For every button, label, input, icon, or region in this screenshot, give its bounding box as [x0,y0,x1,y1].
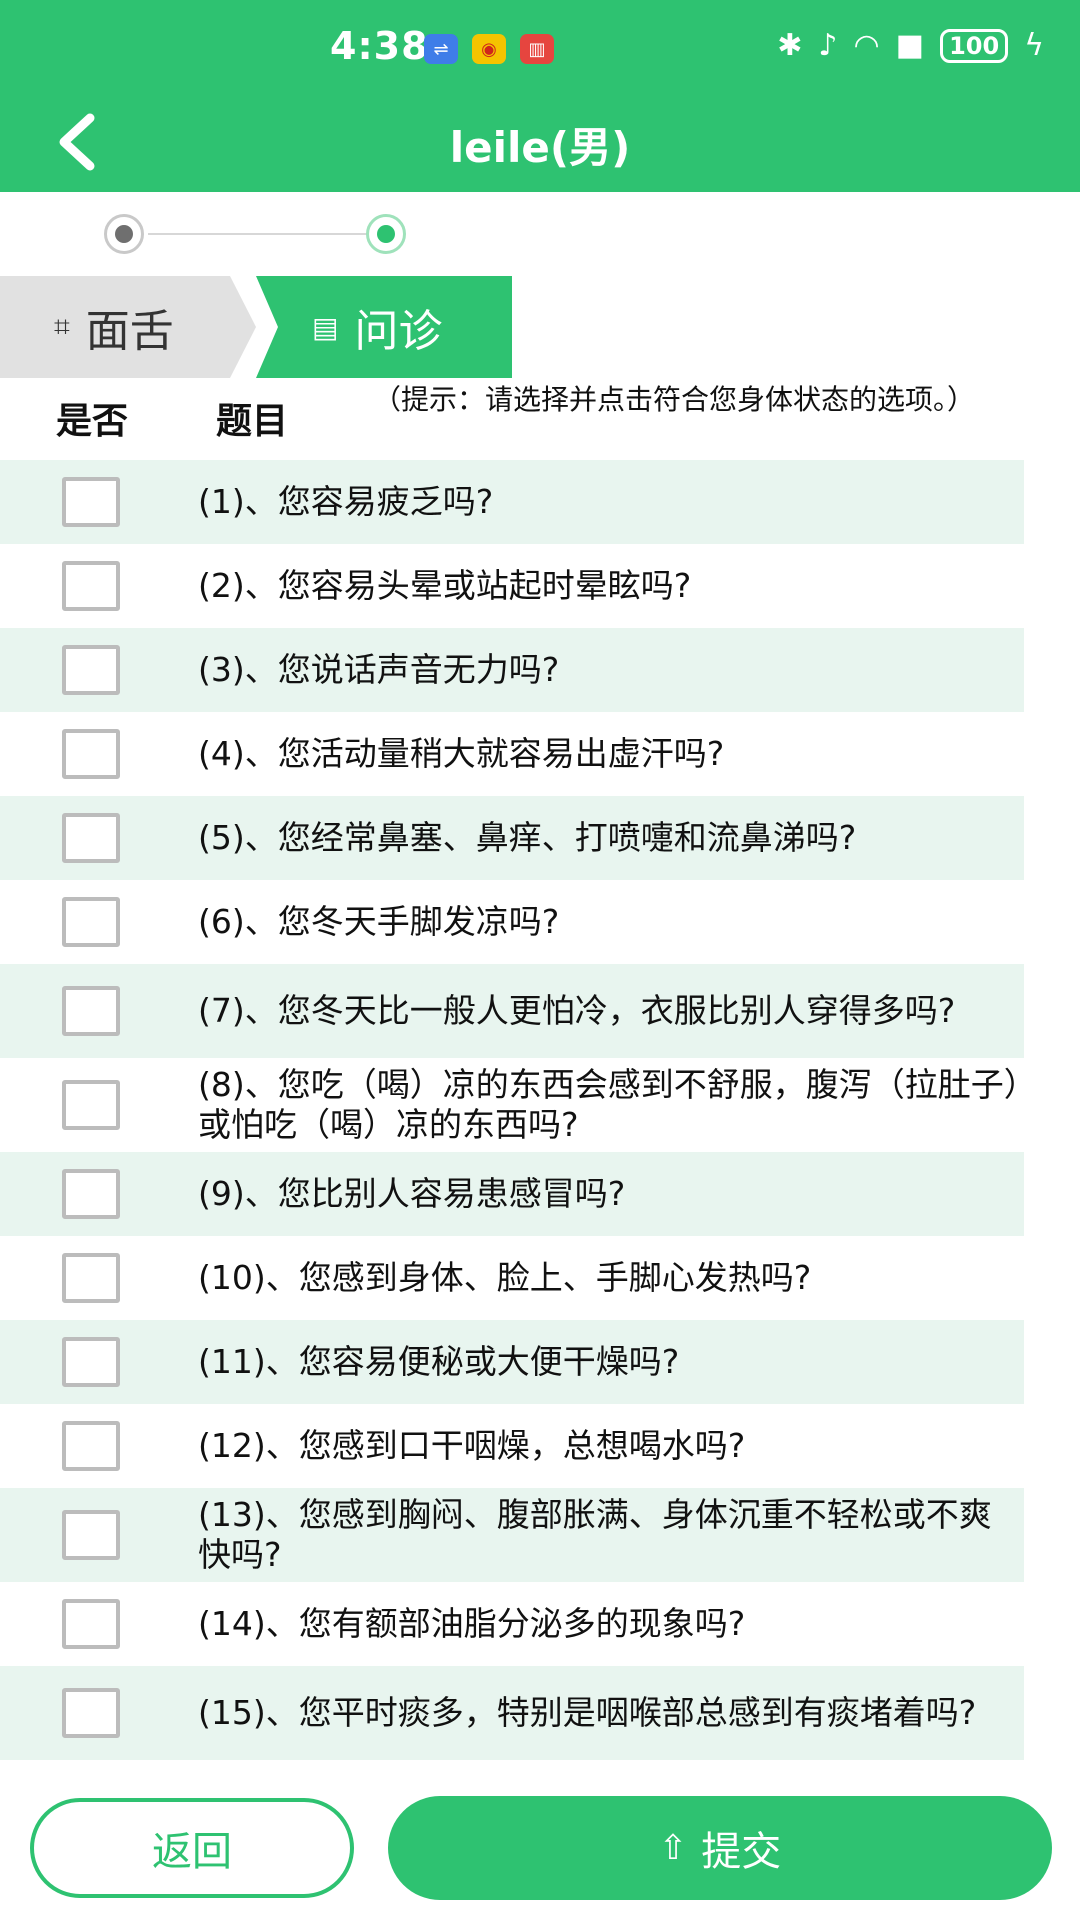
form-icon: ▤ [312,310,339,344]
question-checkbox[interactable] [62,1253,120,1303]
question-checkbox[interactable] [62,897,120,947]
question-checkbox[interactable] [62,1169,120,1219]
step-indicator [104,212,414,256]
question-checkbox[interactable] [62,813,120,863]
status-time: 4:38 [330,24,429,68]
charging-icon: ϟ [1024,28,1044,63]
alert-icon: ■ [895,28,925,63]
question-checkbox[interactable] [62,477,120,527]
usb-icon: ⇌ [424,34,458,64]
question-row[interactable]: (10)、您感到身体、脸上、手脚心发热吗? [0,1236,1024,1320]
question-text: (5)、您经常鼻塞、鼻痒、打喷嚏和流鼻涕吗? [198,818,857,857]
system-icons: ✱ ♪ ◠ ■ 100 ϟ [777,28,1044,63]
question-text: (15)、您平时痰多，特别是咽喉部总感到有痰堵着吗? [198,1693,977,1732]
battery-level: 100 [949,31,1000,60]
battery-icon: 100 [940,28,1009,63]
submit-button[interactable]: ⇧ 提交 [388,1796,1052,1900]
notification-icons: ⇌ ◉ ▥ [424,34,554,64]
question-row[interactable]: (6)、您冬天手脚发凉吗? [0,880,1024,964]
column-header-yes: 是否 [56,401,129,442]
tab-face-tongue[interactable]: ⌗ 面舌 [0,276,256,378]
bottom-bar: 返回 ⇧ 提交 [0,1770,1080,1920]
question-row[interactable]: (13)、您感到胸闷、腹部胀满、身体沉重不轻松或不爽快吗? [0,1488,1024,1582]
question-text: (6)、您冬天手脚发凉吗? [198,902,560,941]
wifi-icon: ◠ [853,28,880,63]
column-header-question: 题目 [216,401,289,442]
question-text: (14)、您有额部油脂分泌多的现象吗? [198,1604,746,1643]
step-1-dot [104,214,144,254]
question-text: (13)、您感到胸闷、腹部胀满、身体沉重不轻松或不爽快吗? [198,1495,992,1574]
question-row[interactable]: (15)、您平时痰多，特别是咽喉部总感到有痰堵着吗? [0,1666,1024,1760]
back-button-label: 返回 [152,1829,232,1875]
step-2-dot [366,214,406,254]
question-row[interactable]: (2)、您容易头晕或站起时晕眩吗? [0,544,1024,628]
question-checkbox[interactable] [62,645,120,695]
upload-icon: ⇧ [658,1828,688,1868]
question-list[interactable]: (1)、您容易疲乏吗? (2)、您容易头晕或站起时晕眩吗? (3)、您说话声音无力吗… [0,460,1024,1770]
question-checkbox[interactable] [62,986,120,1036]
page-title: leile(男) [449,123,631,172]
question-text: (7)、您冬天比一般人更怕冷，衣服比别人穿得多吗? [198,991,956,1030]
question-row[interactable]: (11)、您容易便秘或大便干燥吗? [0,1320,1024,1404]
question-row[interactable]: (5)、您经常鼻塞、鼻痒、打喷嚏和流鼻涕吗? [0,796,1024,880]
nav-bar: leile(男) [0,96,1080,192]
app-header: 4:38 ⇌ ◉ ▥ ✱ ♪ ◠ ■ 100 ϟ leile(男) [0,0,1080,192]
question-text: (12)、您感到口干咽燥，总想喝水吗? [198,1426,746,1465]
question-text: (2)、您容易头晕或站起时晕眩吗? [198,566,692,605]
question-text: (3)、您说话声音无力吗? [198,650,560,689]
step-connector [148,233,370,235]
mute-icon: ♪ [818,28,838,63]
face-scan-icon: ⌗ [54,310,70,343]
submit-button-label: 提交 [701,1829,782,1875]
question-text: (9)、您比别人容易患感冒吗? [198,1174,626,1213]
question-row[interactable]: (8)、您吃（喝）凉的东西会感到不舒服，腹泻（拉肚子）或怕吃（喝）凉的东西吗? [0,1058,1024,1152]
question-text: (1)、您容易疲乏吗? [198,482,494,521]
weibo-icon: ◉ [472,34,506,64]
question-checkbox[interactable] [62,1421,120,1471]
question-row[interactable]: (1)、您容易疲乏吗? [0,460,1024,544]
question-row[interactable]: (3)、您说话声音无力吗? [0,628,1024,712]
question-text: (8)、您吃（喝）凉的东西会感到不舒服，腹泻（拉肚子）或怕吃（喝）凉的东西吗? [198,1065,1021,1144]
bluetooth-icon: ✱ [777,28,803,63]
tab-inquiry[interactable]: ▤ 问诊 [256,276,512,378]
question-row[interactable]: (4)、您活动量稍大就容易出虚汗吗? [0,712,1024,796]
book-icon: ▥ [520,34,554,64]
question-text: (4)、您活动量稍大就容易出虚汗吗? [198,734,725,773]
hint-text: （提示：请选择并点击符合您身体状态的选项。） [372,383,975,416]
tab-face-label: 面舌 [85,306,174,357]
question-row[interactable]: (14)、您有额部油脂分泌多的现象吗? [0,1582,1024,1666]
question-checkbox[interactable] [62,561,120,611]
question-checkbox[interactable] [62,1080,120,1130]
question-text: (11)、您容易便秘或大便干燥吗? [198,1342,680,1381]
question-row[interactable]: (9)、您比别人容易患感冒吗? [0,1152,1024,1236]
status-bar: 4:38 ⇌ ◉ ▥ ✱ ♪ ◠ ■ 100 ϟ [0,0,1080,96]
tab-inquiry-label: 问诊 [354,306,443,357]
question-row[interactable]: (7)、您冬天比一般人更怕冷，衣服比别人穿得多吗? [0,964,1024,1058]
question-text: (10)、您感到身体、脸上、手脚心发热吗? [198,1258,812,1297]
question-checkbox[interactable] [62,1337,120,1387]
question-checkbox[interactable] [62,729,120,779]
question-checkbox[interactable] [62,1599,120,1649]
question-row[interactable]: (12)、您感到口干咽燥，总想喝水吗? [0,1404,1024,1488]
question-checkbox[interactable] [62,1688,120,1738]
list-side-gutter [1024,460,1080,1770]
question-checkbox[interactable] [62,1510,120,1560]
back-button[interactable]: 返回 [30,1798,354,1898]
